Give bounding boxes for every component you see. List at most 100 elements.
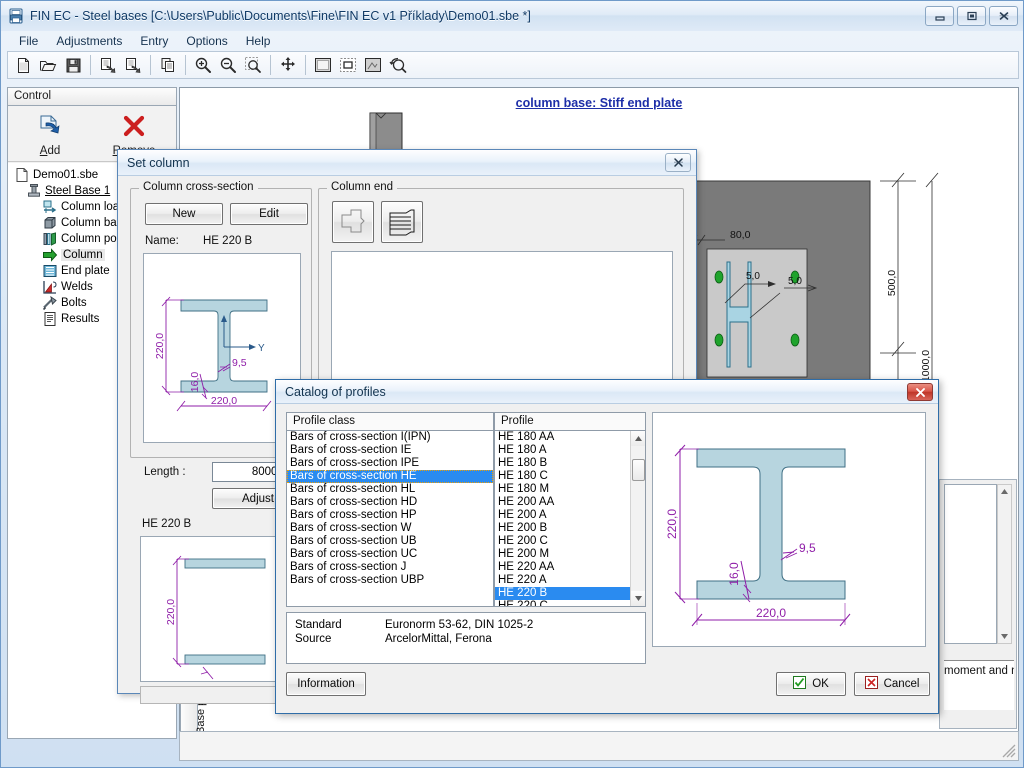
steel-base-icon <box>26 183 42 199</box>
profile-list-scrollbar[interactable] <box>630 431 645 606</box>
profile-listbox[interactable]: HE 180 AA HE 180 A HE 180 B HE 180 C HE … <box>494 430 646 607</box>
catalog-close-button[interactable] <box>907 383 933 401</box>
list-item[interactable]: Bars of cross-section HL <box>287 483 493 496</box>
export-icon[interactable] <box>121 53 145 77</box>
toolbar-separator <box>305 55 306 75</box>
new-file-icon[interactable] <box>11 53 35 77</box>
list-item[interactable]: Bars of cross-section UB <box>287 535 493 548</box>
edit-cross-section-button[interactable]: Edit <box>230 203 308 225</box>
menu-help[interactable]: Help <box>237 32 280 50</box>
list-item[interactable]: Bars of cross-section UBP <box>287 574 493 587</box>
ok-button[interactable]: OK <box>776 672 846 696</box>
menu-file[interactable]: File <box>10 32 47 50</box>
drawing-status-bar <box>179 731 1019 761</box>
list-item[interactable]: Bars of cross-section IPE <box>287 457 493 470</box>
catalog-titlebar: Catalog of profiles <box>276 380 938 404</box>
tree-label: Welds <box>61 281 93 293</box>
control-tab[interactable]: Control <box>7 87 177 105</box>
catalog-title: Catalog of profiles <box>285 384 386 399</box>
set-column-close-button[interactable] <box>665 153 691 172</box>
remove-x-icon <box>121 114 147 143</box>
add-button[interactable]: Add <box>8 106 92 161</box>
end-plate-icon <box>42 263 58 279</box>
zoom-previous-icon[interactable] <box>386 53 410 77</box>
profile-preview-panel[interactable]: 220,0 220,0 9,5 16,0 <box>652 412 926 647</box>
list-item[interactable]: Bars of cross-section HP <box>287 509 493 522</box>
list-item[interactable]: HE 220 AA <box>495 561 645 574</box>
dim-section-width: 220,0 <box>211 395 237 407</box>
list-item[interactable]: Bars of cross-section UC <box>287 548 493 561</box>
list-item-selected[interactable]: HE 220 B <box>495 587 645 600</box>
profile-header: Profile <box>494 412 646 431</box>
zoom-all-icon[interactable] <box>311 53 335 77</box>
copy-icon[interactable] <box>156 53 180 77</box>
list-item-selected[interactable]: Bars of cross-section HE <box>287 470 493 483</box>
document-icon <box>14 167 30 183</box>
information-button[interactable]: Information <box>286 672 366 696</box>
list-item[interactable]: HE 200 A <box>495 509 645 522</box>
zoom-window-icon[interactable] <box>336 53 360 77</box>
scroll-down-arrow-icon[interactable] <box>999 631 1010 642</box>
list-item[interactable]: HE 180 M <box>495 483 645 496</box>
right-status-note: moment and no <box>944 660 1014 710</box>
profile-class-listbox[interactable]: Bars of cross-section I(IPN) Bars of cro… <box>286 430 494 607</box>
results-icon <box>42 311 58 327</box>
list-item[interactable]: HE 180 C <box>495 470 645 483</box>
main-toolbar <box>7 51 1019 79</box>
dim-flange-thickness: 16,0 <box>189 372 201 393</box>
info-row: Source ArcelorMittal, Ferona <box>295 632 637 646</box>
cross-section-name-label: Name: <box>145 235 179 247</box>
column-end-plain-icon[interactable] <box>332 201 374 243</box>
list-item[interactable]: HE 200 C <box>495 535 645 548</box>
list-item[interactable]: HE 200 AA <box>495 496 645 509</box>
scrollbar-thumb[interactable] <box>632 459 645 481</box>
close-button[interactable] <box>989 6 1018 26</box>
import-icon[interactable] <box>96 53 120 77</box>
toolbar-separator <box>90 55 91 75</box>
list-item[interactable]: Bars of cross-section J <box>287 561 493 574</box>
scroll-up-arrow-icon[interactable] <box>631 431 645 446</box>
zoom-in-icon[interactable] <box>191 53 215 77</box>
list-item[interactable]: Bars of cross-section IE <box>287 444 493 457</box>
save-disk-icon[interactable] <box>61 53 85 77</box>
info-row: Standard Euronorm 53-62, DIN 1025-2 <box>295 618 637 632</box>
list-item[interactable]: HE 180 AA <box>495 431 645 444</box>
toolbar-separator <box>185 55 186 75</box>
column-end-cut-icon[interactable] <box>381 201 423 243</box>
new-cross-section-button[interactable]: New <box>145 203 223 225</box>
tree-label: Demo01.sbe <box>33 169 99 181</box>
minimize-button[interactable] <box>925 6 954 26</box>
list-item[interactable]: Bars of cross-section W <box>287 522 493 535</box>
scroll-down-arrow-icon[interactable] <box>631 591 645 606</box>
list-item[interactable]: Bars of cross-section I(IPN) <box>287 431 493 444</box>
open-folder-icon[interactable] <box>36 53 60 77</box>
list-item[interactable]: HE 180 B <box>495 457 645 470</box>
dim-web-thickness: 9,5 <box>232 357 247 369</box>
right-text-area[interactable] <box>944 484 997 644</box>
zoom-out-icon[interactable] <box>216 53 240 77</box>
list-item[interactable]: Bars of cross-section HD <box>287 496 493 509</box>
list-item[interactable]: HE 220 A <box>495 574 645 587</box>
info-row-value: Euronorm 53-62, DIN 1025-2 <box>385 619 534 631</box>
zoom-extents-icon[interactable] <box>361 53 385 77</box>
maximize-button[interactable] <box>957 6 986 26</box>
toolbar-separator <box>150 55 151 75</box>
right-info-panel: moment and no <box>939 479 1017 729</box>
pan-move-icon[interactable] <box>276 53 300 77</box>
resize-grip-icon[interactable] <box>1002 744 1016 758</box>
menu-options[interactable]: Options <box>177 32 236 50</box>
list-item[interactable]: HE 180 A <box>495 444 645 457</box>
cancel-button[interactable]: Cancel <box>854 672 930 696</box>
menu-entry[interactable]: Entry <box>131 32 177 50</box>
menu-adjustments[interactable]: Adjustments <box>47 32 131 50</box>
window-controls <box>925 6 1018 26</box>
list-item[interactable]: HE 220 C <box>495 600 645 606</box>
zoom-select-icon[interactable] <box>241 53 265 77</box>
column-base-icon <box>42 215 58 231</box>
list-item[interactable]: HE 200 B <box>495 522 645 535</box>
menubar: File Adjustments Entry Options Help <box>2 31 1023 51</box>
list-item[interactable]: HE 200 M <box>495 548 645 561</box>
dim-section-height: 220,0 <box>154 333 166 359</box>
scroll-up-arrow-icon[interactable] <box>999 486 1010 497</box>
right-scrollbar[interactable] <box>997 484 1012 644</box>
